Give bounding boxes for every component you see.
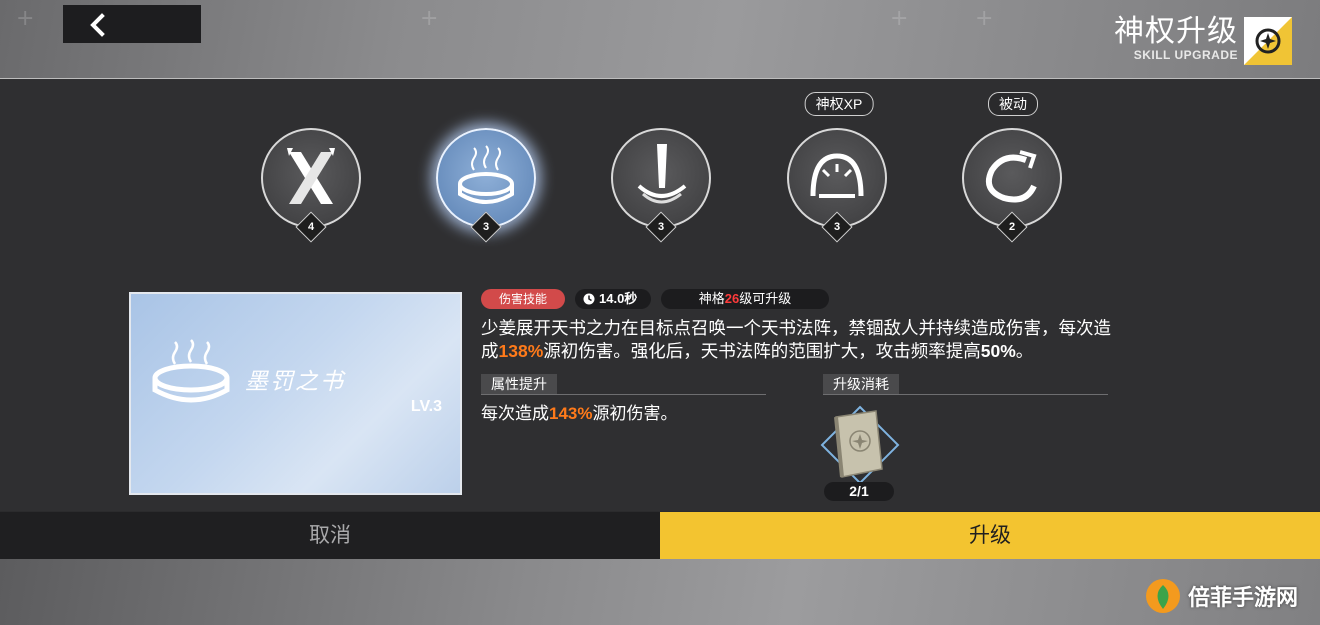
skill-slot-5[interactable]: 2 xyxy=(962,128,1062,243)
cooldown-tag: 14.0秒 xyxy=(575,289,651,309)
cooldown-value: 14.0秒 xyxy=(599,291,638,306)
skill-tag-passive: 被动 xyxy=(988,92,1038,116)
decor-cross: + xyxy=(975,6,994,31)
skill-description: 少姜展开天书之力在目标点召唤一个天书法阵，禁锢敌人并持续造成伤害，每次造 成13… xyxy=(481,318,1111,361)
required-level: 26 xyxy=(724,291,740,306)
damage-skill-tag: 伤害技能 xyxy=(481,289,565,309)
material-count: 2/1 xyxy=(824,482,894,501)
upgrade-material[interactable] xyxy=(820,405,900,485)
decor-cross: + xyxy=(420,6,439,31)
book-ring-icon xyxy=(152,339,230,403)
page-title: 神权升级 xyxy=(1114,14,1238,49)
decor-cross: + xyxy=(890,6,909,31)
page-title-block: 神权升级 SKILL UPGRADE xyxy=(1114,14,1238,62)
footer-bar xyxy=(0,559,1320,625)
skill-slot-2[interactable]: 3 xyxy=(436,128,536,243)
clock-icon xyxy=(583,293,595,305)
top-bar: + + + + 神权升级 SKILL UPGRADE xyxy=(0,0,1320,79)
skill-name: 墨罚之书 xyxy=(245,369,345,395)
skill-slot-3[interactable]: 3 xyxy=(611,128,711,243)
watermark-text: 倍菲手游网 xyxy=(1188,585,1299,611)
upgrade-requirement-tag: 神格26级可升级 xyxy=(661,289,829,309)
cancel-button[interactable]: 取消 xyxy=(0,512,660,559)
skill-tag-xp: 神权XP xyxy=(804,92,874,116)
decor-cross: + xyxy=(16,6,35,31)
attribute-text: 每次造成143%源初伤害。 xyxy=(481,404,678,423)
skill-level: LV.3 xyxy=(410,398,442,415)
skill-slot-4[interactable]: 3 xyxy=(787,128,887,243)
back-button[interactable] xyxy=(63,5,201,43)
cost-heading: 升级消耗 xyxy=(823,374,1108,395)
skill-card: 墨罚之书 LV.3 xyxy=(129,292,462,495)
skill-book-icon xyxy=(820,405,900,485)
site-watermark: 倍菲手游网 xyxy=(1144,577,1314,617)
attribute-heading: 属性提升 xyxy=(481,374,766,395)
page-subtitle: SKILL UPGRADE xyxy=(1133,48,1238,62)
upgrade-button[interactable]: 升级 xyxy=(660,512,1320,559)
chevron-left-icon xyxy=(90,13,105,37)
leaf-logo-icon xyxy=(1146,579,1180,613)
skill-slot-1[interactable]: 4 xyxy=(261,128,361,243)
skill-emblem-icon xyxy=(1244,17,1292,65)
